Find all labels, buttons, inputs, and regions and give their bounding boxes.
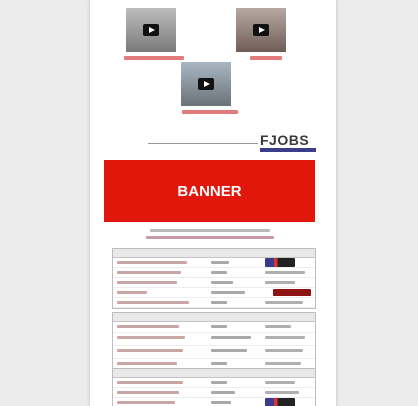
- jobs-table-1: [112, 248, 316, 309]
- table-row[interactable]: [113, 398, 315, 406]
- table-header: [113, 369, 315, 378]
- video-thumbnail-2[interactable]: [236, 8, 286, 52]
- jobs-table-2: [112, 312, 316, 373]
- table-row[interactable]: [113, 388, 315, 398]
- table-row[interactable]: [113, 322, 315, 333]
- table-row[interactable]: [113, 288, 315, 298]
- email-page: FJOBS BANNER: [89, 0, 337, 406]
- table-row[interactable]: [113, 268, 315, 278]
- banner[interactable]: BANNER: [104, 160, 315, 222]
- table-header: [113, 313, 315, 322]
- table-row[interactable]: [113, 346, 315, 359]
- table-row[interactable]: [113, 258, 315, 268]
- play-icon[interactable]: [253, 24, 269, 36]
- divider: [148, 143, 258, 144]
- video-caption-3[interactable]: [182, 110, 238, 114]
- fjobs-logo-bar: [260, 148, 316, 152]
- apply-button[interactable]: [273, 289, 311, 296]
- intro-text-1: [150, 229, 270, 232]
- video-caption-1[interactable]: [124, 56, 184, 60]
- intro-text-2[interactable]: [146, 236, 274, 239]
- video-thumbnail-1[interactable]: [126, 8, 176, 52]
- play-icon[interactable]: [143, 24, 159, 36]
- company-logo: [265, 258, 295, 267]
- table-row[interactable]: [113, 298, 315, 308]
- table-row[interactable]: [113, 378, 315, 388]
- table-row[interactable]: [113, 333, 315, 346]
- table-row[interactable]: [113, 278, 315, 288]
- table-header: [113, 249, 315, 258]
- video-thumbnail-3[interactable]: [181, 62, 231, 106]
- fjobs-logo[interactable]: FJOBS: [260, 132, 309, 148]
- video-caption-2[interactable]: [250, 56, 282, 60]
- jobs-table-3: [112, 368, 316, 406]
- play-icon[interactable]: [198, 78, 214, 90]
- company-logo: [265, 398, 295, 406]
